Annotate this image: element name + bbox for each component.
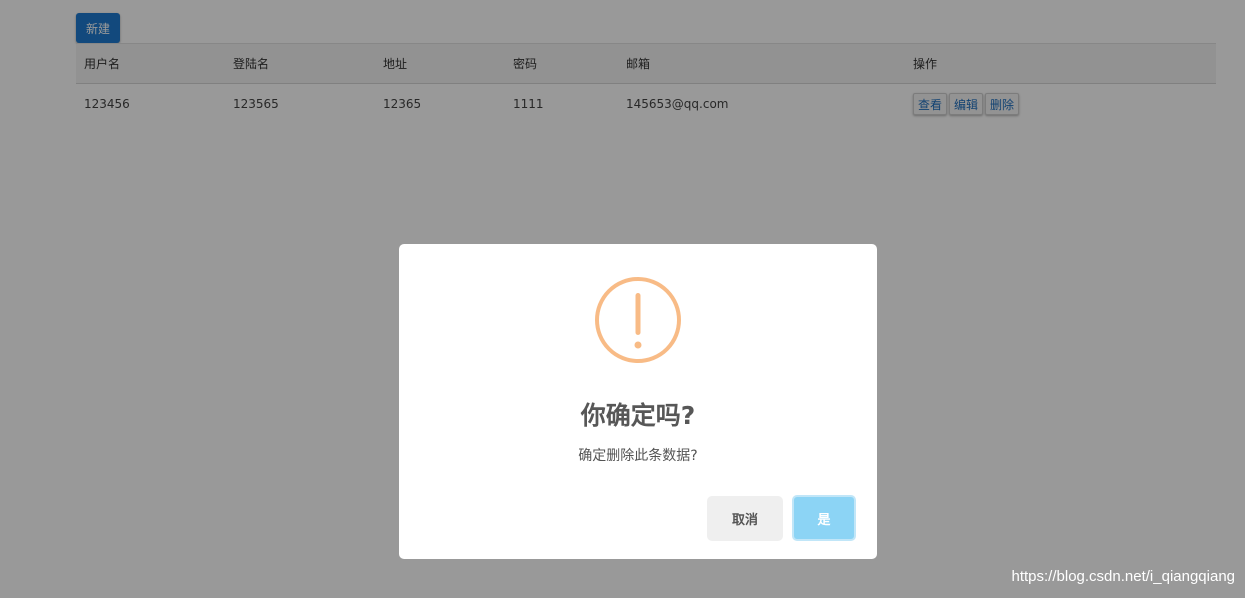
dialog-message: 确定删除此条数据? <box>578 448 698 464</box>
warning-exclamation-icon <box>595 277 681 363</box>
dialog-title: 你确定吗? <box>580 401 696 430</box>
watermark: https://blog.csdn.net/i_qiangqiang <box>1011 568 1236 585</box>
cancel-button[interactable]: 取消 <box>707 496 783 541</box>
confirm-dialog: 你确定吗? 确定删除此条数据? 取消 是 <box>399 244 877 559</box>
confirm-button[interactable]: 是 <box>792 495 856 541</box>
